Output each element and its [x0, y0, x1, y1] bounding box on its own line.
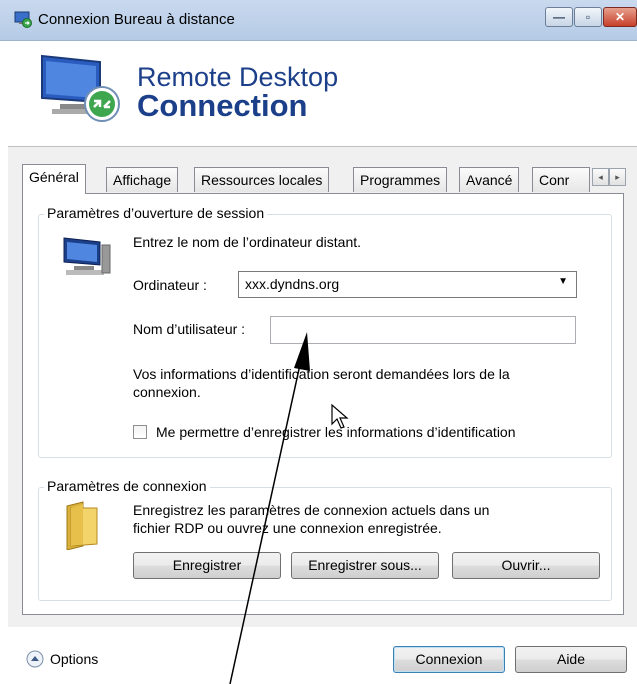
- tab-scroll-left-icon[interactable]: ◂: [592, 168, 609, 186]
- open-button[interactable]: Ouvrir...: [452, 552, 600, 579]
- window-title: Connexion Bureau à distance: [38, 11, 235, 28]
- folder-icon: [66, 501, 98, 550]
- tab-scroll-right-icon[interactable]: ▸: [609, 168, 626, 186]
- save-as-button[interactable]: Enregistrer sous...: [291, 552, 439, 579]
- computer-value[interactable]: xxx.dyndns.org: [245, 276, 339, 292]
- computer-combobox[interactable]: xxx.dyndns.org ▼: [238, 271, 577, 298]
- mouse-cursor-icon: [331, 404, 349, 429]
- maximize-icon: ▫: [585, 10, 591, 24]
- close-icon: ✕: [614, 10, 626, 24]
- connection-desc-line1: Enregistrez les paramètres de connexion …: [133, 502, 490, 518]
- info-text-line1: Vos informations d’identification seront…: [133, 366, 510, 382]
- help-button[interactable]: Aide: [515, 646, 627, 673]
- tab-advanced[interactable]: Avancé: [459, 167, 520, 192]
- computer-icon: [63, 237, 111, 275]
- options-label[interactable]: Options: [50, 651, 98, 667]
- username-input[interactable]: [270, 316, 576, 344]
- session-group-title: Paramètres d’ouverture de session: [44, 205, 268, 221]
- tab-general[interactable]: Général: [22, 164, 86, 194]
- tab-connection[interactable]: Conr: [532, 167, 590, 192]
- minimize-button[interactable]: —: [545, 7, 573, 27]
- connect-button[interactable]: Connexion: [393, 646, 505, 673]
- computer-label: Ordinateur :: [133, 277, 207, 293]
- tab-local-resources[interactable]: Ressources locales: [194, 167, 330, 192]
- title-bar[interactable]: Connexion Bureau à distance — ▫ ✕: [0, 0, 637, 41]
- dropdown-arrow-icon[interactable]: ▼: [558, 276, 568, 287]
- info-text-line2: connexion.: [133, 384, 201, 400]
- minimize-icon: —: [553, 10, 565, 24]
- remote-desktop-window: Connexion Bureau à distance — ▫ ✕ Remote…: [0, 0, 637, 684]
- tab-programs[interactable]: Programmes: [353, 167, 448, 192]
- expand-options-icon[interactable]: [26, 650, 44, 668]
- remote-desktop-logo-icon: [41, 54, 120, 122]
- tab-display[interactable]: Affichage: [106, 167, 179, 192]
- banner-title-line2: Connection: [137, 88, 308, 123]
- connection-group-title: Paramètres de connexion: [44, 478, 210, 494]
- save-button[interactable]: Enregistrer: [133, 552, 281, 579]
- maximize-button[interactable]: ▫: [574, 7, 602, 27]
- close-button[interactable]: ✕: [603, 7, 637, 27]
- connection-desc-line2: fichier RDP ou ouvrez une connexion enre…: [133, 520, 442, 536]
- username-label: Nom d’utilisateur :: [133, 321, 246, 337]
- remember-credentials-checkbox[interactable]: [133, 425, 147, 439]
- remote-desktop-icon: [14, 11, 32, 28]
- instruction-text: Entrez le nom de l’ordinateur distant.: [133, 234, 362, 250]
